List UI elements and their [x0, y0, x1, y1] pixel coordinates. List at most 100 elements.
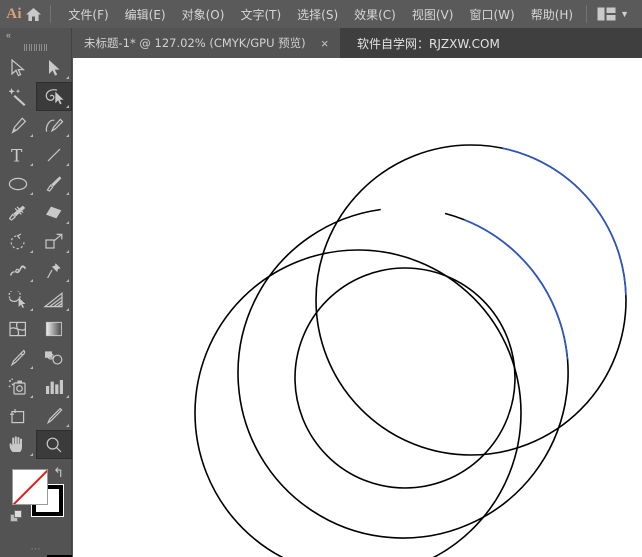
menu-edit[interactable]: 编辑(E) [117, 2, 174, 27]
none-slash-icon [13, 470, 47, 504]
toolbar-overflow-button[interactable]: ⋯ [0, 544, 72, 555]
type-tool[interactable]: T [0, 140, 36, 169]
menu-window[interactable]: 窗口(W) [461, 2, 522, 27]
menu-help[interactable]: 帮助(H) [523, 2, 581, 27]
column-graph-tool[interactable] [36, 372, 72, 401]
flyout-indicator [66, 250, 69, 253]
flyout-indicator [30, 279, 33, 282]
perspective-grid-icon [43, 291, 63, 307]
document-tab-bar: 未标题-1* @ 127.02% (CMYK/GPU 预览) × 软件自学网：R… [72, 28, 642, 58]
mesh-tool[interactable] [0, 314, 36, 343]
flyout-indicator [66, 395, 69, 398]
free-transform-pin-icon [47, 262, 61, 278]
panel-drag-grip[interactable] [0, 41, 71, 53]
gradient-tool[interactable] [36, 314, 72, 343]
document-tab-label: 未标题-1* @ 127.02% (CMYK/GPU 预览) [84, 36, 306, 50]
menubar-divider-1 [49, 5, 51, 23]
line-segment-tool[interactable] [36, 140, 72, 169]
width-tool[interactable] [0, 256, 36, 285]
scale-tool[interactable] [36, 227, 72, 256]
home-icon[interactable] [22, 0, 45, 28]
curvature-tool[interactable] [36, 111, 72, 140]
menu-select[interactable]: 选择(S) [289, 2, 346, 27]
slice-knife-icon [46, 407, 63, 424]
menu-effect[interactable]: 效果(C) [346, 2, 404, 27]
menu-object[interactable]: 对象(O) [174, 2, 233, 27]
arrow-cursor-icon [11, 58, 26, 76]
document-tab[interactable]: 未标题-1* @ 127.02% (CMYK/GPU 预览) × [72, 28, 340, 58]
rotate-tool[interactable] [0, 227, 36, 256]
highlight-arc-outer[interactable] [502, 147, 627, 296]
pen-nib-icon [11, 116, 27, 134]
flyout-indicator [66, 76, 69, 79]
collapse-panel-button[interactable]: « [0, 28, 71, 41]
blob-brush-tool[interactable] [0, 198, 36, 227]
pen-tool[interactable] [0, 111, 36, 140]
eraser-tool[interactable] [36, 198, 72, 227]
shaper-tool[interactable] [36, 82, 72, 111]
free-transform-tool[interactable] [36, 256, 72, 285]
watermark-text: 软件自学网：RJZXW.COM [357, 36, 500, 51]
flyout-indicator [30, 250, 33, 253]
flyout-indicator [30, 308, 33, 311]
flyout-indicator [66, 308, 69, 311]
selection-tool[interactable] [0, 53, 36, 82]
artboard-icon [10, 408, 25, 423]
default-fill-stroke-icon[interactable] [10, 510, 23, 523]
flyout-indicator [66, 192, 69, 195]
blend-tool[interactable] [36, 343, 72, 372]
hand-tool[interactable] [0, 430, 36, 459]
direct-selection-tool[interactable] [36, 53, 72, 82]
illustrator-window: Ai 文件(F) 编辑(E) 对象(O) 文字(T) 选择(S) 效果(C) 视… [0, 0, 642, 557]
paintbrush-tool[interactable] [36, 169, 72, 198]
close-icon[interactable]: × [318, 37, 332, 50]
curvature-pen-icon [45, 118, 64, 132]
menu-bar: Ai 文件(F) 编辑(E) 对象(O) 文字(T) 选择(S) 效果(C) 视… [0, 0, 642, 28]
shape-builder-tool[interactable] [0, 285, 36, 314]
flyout-indicator [30, 134, 33, 137]
svg-text:T: T [11, 146, 23, 164]
menu-item-list: 文件(F) 编辑(E) 对象(O) 文字(T) 选择(S) 效果(C) 视图(V… [60, 2, 581, 27]
slice-tool[interactable] [36, 401, 72, 430]
menubar-divider-2 [586, 5, 588, 23]
symbol-sprayer-icon [8, 377, 26, 395]
flyout-indicator [30, 453, 33, 456]
eyedropper-icon [10, 349, 26, 366]
magic-wand-tool[interactable] [0, 82, 36, 111]
rotate-icon [10, 232, 25, 249]
eyedropper-tool[interactable] [0, 343, 36, 372]
artboard-tool[interactable] [0, 401, 36, 430]
line-segment-icon [47, 148, 61, 161]
ellipse-icon [8, 177, 28, 190]
circle-top-right[interactable] [315, 144, 627, 456]
flyout-indicator [30, 366, 33, 369]
circle-lower-left[interactable] [194, 249, 522, 557]
ellipse-tool[interactable] [0, 169, 36, 198]
artboard-canvas[interactable] [73, 58, 642, 557]
gradient-icon [45, 321, 62, 336]
scale-icon [45, 233, 63, 249]
magnifier-icon [46, 437, 62, 452]
workspace-area: ▼ [581, 4, 642, 24]
flyout-indicator [30, 192, 33, 195]
workspace-switcher-button[interactable]: ▼ [592, 4, 634, 24]
highlight-arc-inner[interactable] [464, 219, 569, 360]
app-logo: Ai [6, 5, 22, 22]
flyout-indicator [66, 279, 69, 282]
color-controls: ↰ [0, 463, 71, 555]
menu-type[interactable]: 文字(T) [232, 2, 289, 27]
menu-file[interactable]: 文件(F) [60, 2, 116, 27]
zoom-tool[interactable] [36, 430, 72, 459]
blend-icon [45, 350, 63, 365]
flyout-indicator [66, 424, 69, 427]
menu-view[interactable]: 视图(V) [404, 2, 462, 27]
paintbrush-icon [46, 175, 62, 192]
flyout-indicator [30, 163, 33, 166]
shape-builder-icon [8, 290, 26, 308]
swap-fill-stroke-icon[interactable]: ↰ [53, 465, 64, 481]
symbol-sprayer-tool[interactable] [0, 372, 36, 401]
fill-swatch[interactable] [12, 469, 48, 505]
flyout-indicator [66, 163, 69, 166]
perspective-grid-tool[interactable] [36, 285, 72, 314]
flyout-indicator [66, 221, 69, 224]
